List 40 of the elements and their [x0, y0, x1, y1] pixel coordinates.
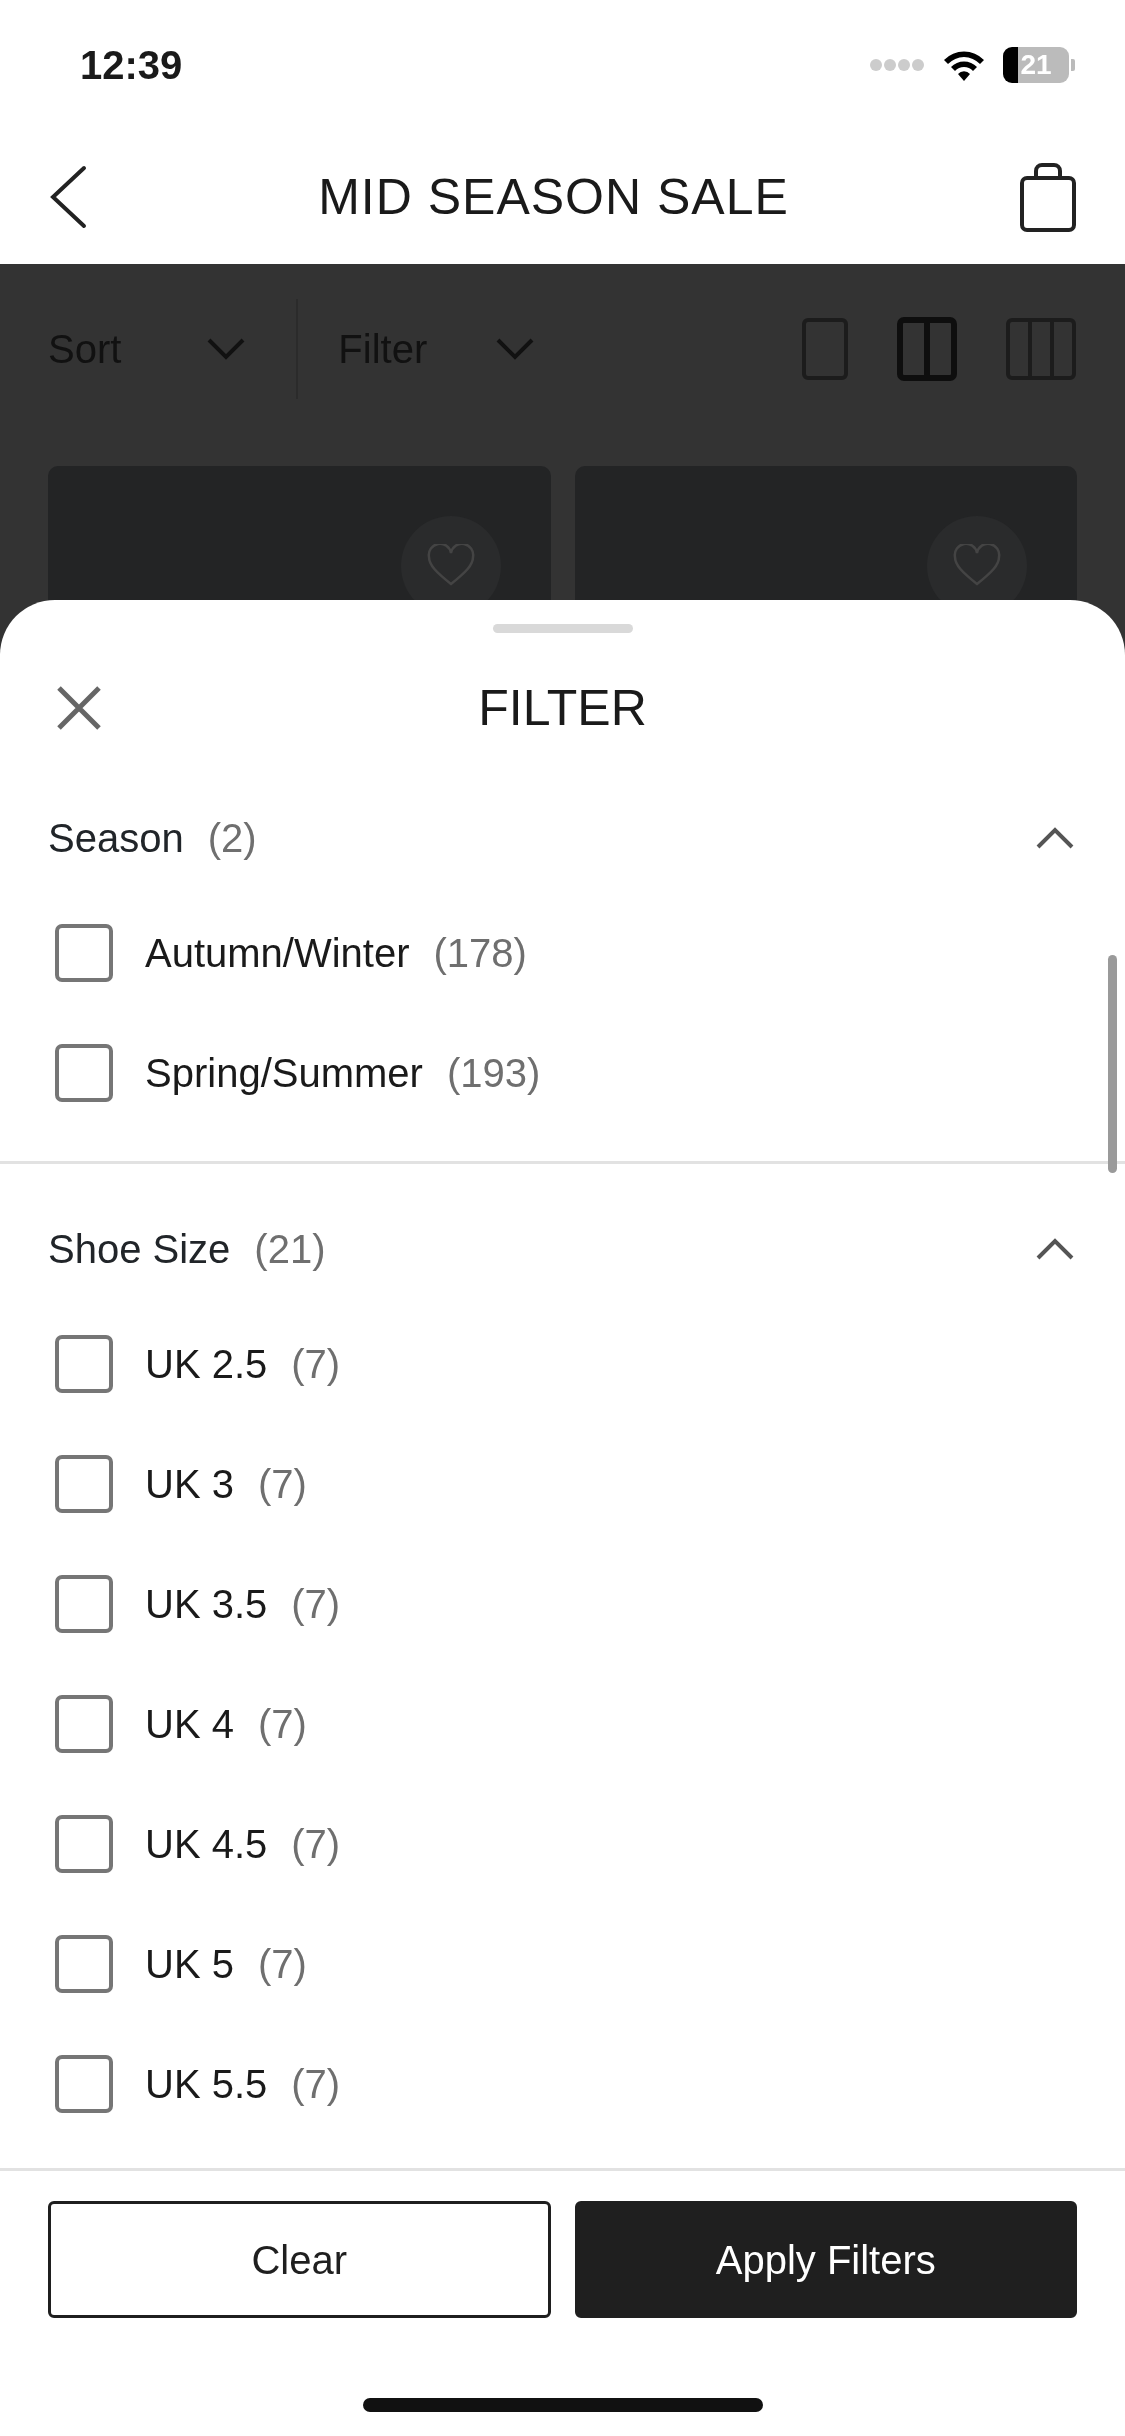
close-button[interactable]: [56, 685, 102, 731]
checkbox[interactable]: [55, 1335, 113, 1393]
sheet-title: FILTER: [478, 678, 647, 738]
filter-option[interactable]: UK 4 (7): [0, 1664, 1125, 1784]
bag-icon: [1019, 161, 1077, 233]
checkbox[interactable]: [55, 1044, 113, 1102]
close-icon: [56, 685, 102, 731]
grid-view-toggle[interactable]: [897, 317, 957, 381]
back-button[interactable]: [48, 165, 88, 229]
filter-option[interactable]: Spring/Summer (193): [0, 1013, 1125, 1133]
checkbox[interactable]: [55, 1575, 113, 1633]
chevron-up-icon: [1035, 826, 1075, 850]
chevron-down-icon: [495, 337, 536, 361]
chevron-up-icon: [1035, 1237, 1075, 1261]
page-title: MID SEASON SALE: [318, 167, 789, 227]
chevron-down-icon: [206, 337, 247, 361]
status-time: 12:39: [80, 42, 183, 89]
signal-icon: [869, 58, 925, 72]
checkbox[interactable]: [55, 2055, 113, 2113]
checkbox[interactable]: [55, 1815, 113, 1873]
filter-option[interactable]: UK 4.5 (7): [0, 1784, 1125, 1904]
filter-option[interactable]: UK 5 (7): [0, 1904, 1125, 2024]
two-column-icon: [897, 317, 957, 381]
checkbox[interactable]: [55, 924, 113, 982]
checkbox[interactable]: [55, 1455, 113, 1513]
filter-option[interactable]: UK 3.5 (7): [0, 1544, 1125, 1664]
back-icon: [48, 165, 88, 229]
heart-icon: [952, 544, 1002, 588]
heart-icon: [425, 544, 476, 588]
clear-button[interactable]: Clear: [48, 2201, 551, 2318]
section-header[interactable]: Shoe Size (21): [0, 1194, 1125, 1304]
checkbox[interactable]: [55, 1935, 113, 1993]
filter-option[interactable]: UK 2.5 (7): [0, 1304, 1125, 1424]
apply-button[interactable]: Apply Filters: [574, 2201, 1077, 2318]
filter-option[interactable]: Autumn/Winter (178): [0, 893, 1125, 1013]
bag-button[interactable]: [1019, 161, 1077, 233]
section-header[interactable]: Season (2): [0, 783, 1125, 893]
filter-option[interactable]: UK 3 (7): [0, 1424, 1125, 1544]
checkbox[interactable]: [55, 1695, 113, 1753]
filter-option[interactable]: UK 5.5 (7): [0, 2024, 1125, 2144]
